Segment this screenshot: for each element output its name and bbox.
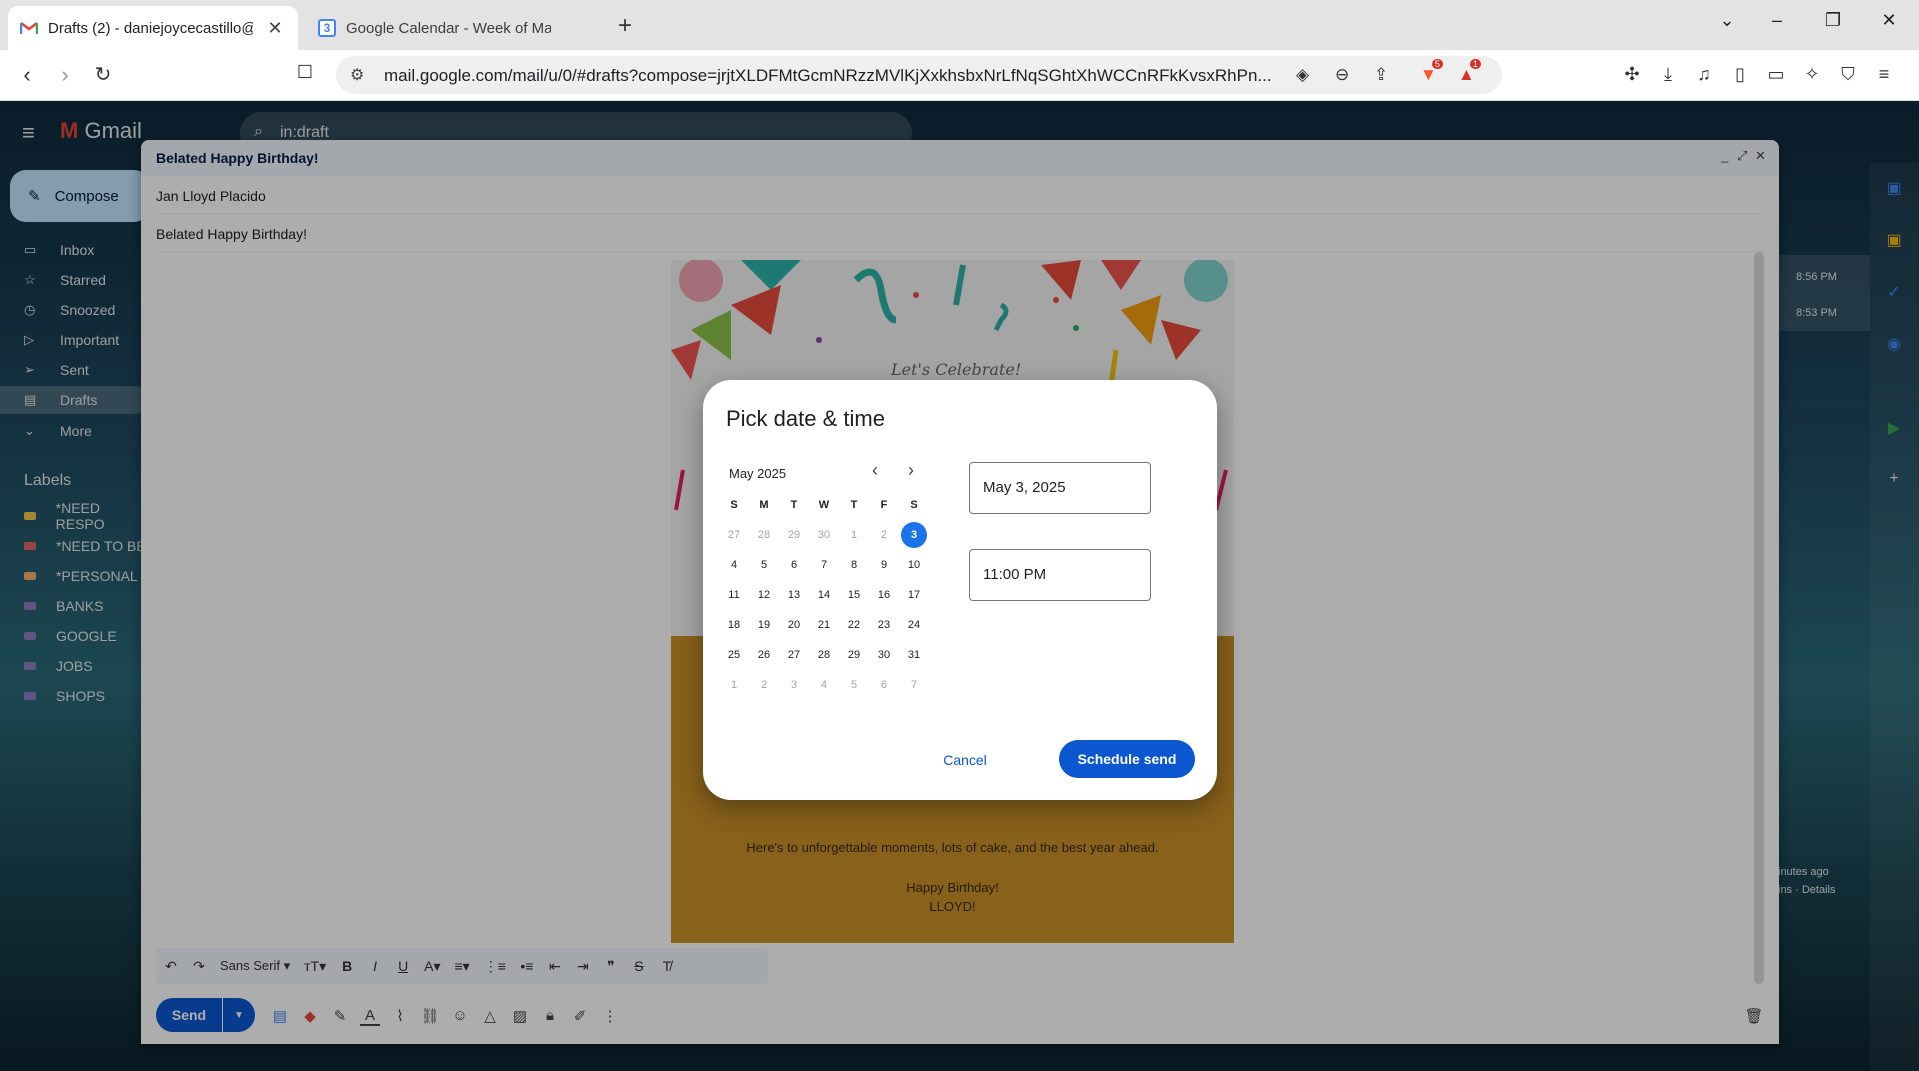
rewards-badge: 1	[1469, 59, 1481, 69]
calendar-day[interactable]: 30	[811, 522, 837, 548]
calendar-day[interactable]: 28	[811, 642, 837, 668]
calendar-day[interactable]: 2	[871, 522, 897, 548]
share-icon[interactable]: ⇪	[1374, 65, 1388, 85]
weekday-header: W	[818, 499, 830, 511]
calendar-day[interactable]: 28	[751, 522, 777, 548]
tab-search-chevron-icon[interactable]: ⌄	[1712, 10, 1742, 31]
bookmark-icon[interactable]: ☐	[290, 62, 320, 83]
menu-icon[interactable]: ≡	[1870, 64, 1898, 85]
calendar-day[interactable]: 19	[751, 612, 777, 638]
weekday-header: T	[850, 499, 858, 511]
download-icon[interactable]: ⤓	[1654, 64, 1682, 85]
minimize-button[interactable]: –	[1762, 10, 1792, 31]
calendar-day[interactable]: 6	[781, 552, 807, 578]
calendar-day[interactable]: 8	[841, 552, 867, 578]
calendar-day[interactable]: 20	[781, 612, 807, 638]
calendar-day[interactable]: 29	[781, 522, 807, 548]
wallet-icon[interactable]: ▭	[1762, 64, 1790, 85]
calendar-day[interactable]: 5	[751, 552, 777, 578]
calendar-day[interactable]: 31	[901, 642, 927, 668]
calendar-day[interactable]: 17	[901, 582, 927, 608]
weekday-header: F	[880, 499, 888, 511]
site-settings-icon[interactable]: ⚙	[350, 65, 364, 85]
sidebar-icon[interactable]: ▯	[1726, 64, 1754, 85]
brave-badge: 5	[1431, 59, 1443, 69]
calendar-day-selected[interactable]: 3	[901, 522, 927, 548]
url-text: mail.google.com/mail/u/0/#drafts?compose…	[384, 66, 1272, 85]
weekday-header: S	[910, 499, 918, 511]
tab-title: Drafts (2) - daniejoycecastillo@	[48, 19, 253, 37]
brave-rewards-icon[interactable]: ▲ 1	[1458, 59, 1481, 85]
calendar-day[interactable]: 15	[841, 582, 867, 608]
browser-tab-calendar[interactable]: 3 Google Calendar - Week of May 18	[306, 6, 596, 50]
calendar-day[interactable]: 16	[871, 582, 897, 608]
calendar-day[interactable]: 22	[841, 612, 867, 638]
pick-date-time-dialog: Pick date & time May 2025 ‹ › S M T W T F S 27 2…	[703, 380, 1217, 800]
tab-title: Google Calendar - Week of May 18	[346, 19, 551, 37]
calendar-day[interactable]: 2	[751, 672, 777, 698]
music-icon[interactable]: ♫	[1690, 64, 1718, 85]
new-tab-button[interactable]: +	[612, 12, 638, 40]
calendar-day[interactable]: 6	[871, 672, 897, 698]
time-input[interactable]: 11:00 PM	[969, 549, 1151, 601]
date-value: May 3, 2025	[983, 479, 1066, 496]
calendar-day[interactable]: 21	[811, 612, 837, 638]
calendar-day[interactable]: 18	[721, 612, 747, 638]
calendar-day[interactable]: 11	[721, 582, 747, 608]
calendar-day[interactable]: 25	[721, 642, 747, 668]
calendar-month-label: May 2025	[729, 466, 787, 481]
time-value: 11:00 PM	[983, 566, 1047, 583]
calendar-day[interactable]: 5	[841, 672, 867, 698]
vpn-icon[interactable]: ⛉	[1834, 64, 1862, 85]
back-button[interactable]: ‹	[12, 62, 42, 88]
calendar-day[interactable]: 27	[781, 642, 807, 668]
calendar-day[interactable]: 4	[811, 672, 837, 698]
next-month-button[interactable]: ›	[899, 460, 923, 481]
calendar-day[interactable]: 30	[871, 642, 897, 668]
reload-button[interactable]: ↻	[88, 62, 118, 87]
calendar-day[interactable]: 1	[841, 522, 867, 548]
calendar-day[interactable]: 13	[781, 582, 807, 608]
calendar-day[interactable]: 10	[901, 552, 927, 578]
calendar-day[interactable]: 26	[751, 642, 777, 668]
leo-ai-icon[interactable]: ✧	[1798, 64, 1826, 85]
calendar-day[interactable]: 24	[901, 612, 927, 638]
previous-month-button[interactable]: ‹	[863, 460, 887, 481]
restore-button[interactable]: ❐	[1818, 10, 1848, 31]
calendar-day[interactable]: 23	[871, 612, 897, 638]
date-input[interactable]: May 3, 2025	[969, 462, 1151, 514]
reader-icon[interactable]: ◈	[1296, 65, 1309, 85]
weekday-header: M	[759, 499, 769, 511]
calendar-day[interactable]: 9	[871, 552, 897, 578]
calendar-day[interactable]: 3	[781, 672, 807, 698]
weekday-header: T	[790, 499, 798, 511]
gmail-icon	[20, 19, 38, 37]
browser-tab-gmail[interactable]: Drafts (2) - daniejoycecastillo@ ✕	[8, 6, 298, 50]
weekday-header: S	[730, 499, 738, 511]
browser-toolbar: ‹ › ↻ ☐ ⚙ mail.google.com/mail/u/0/#draf…	[0, 50, 1919, 101]
calendar-day[interactable]: 4	[721, 552, 747, 578]
dialog-title: Pick date & time	[726, 406, 885, 431]
schedule-send-button[interactable]: Schedule send	[1059, 740, 1195, 778]
calendar-day[interactable]: 29	[841, 642, 867, 668]
calendar-icon: 3	[318, 19, 336, 37]
browser-tabstrip: Drafts (2) - daniejoycecastillo@ ✕ 3 Goo…	[0, 0, 1919, 50]
window-close-button[interactable]: ✕	[1874, 10, 1904, 31]
brave-shield-icon[interactable]: ▼ 5	[1420, 59, 1443, 85]
forward-button[interactable]: ›	[50, 62, 80, 88]
calendar-day[interactable]: 7	[811, 552, 837, 578]
close-icon[interactable]: ✕	[264, 18, 286, 39]
calendar-day[interactable]: 14	[811, 582, 837, 608]
calendar-day[interactable]: 27	[721, 522, 747, 548]
extensions-icon[interactable]: ✣	[1618, 64, 1646, 85]
calendar-day[interactable]: 1	[721, 672, 747, 698]
address-bar[interactable]: ⚙ mail.google.com/mail/u/0/#drafts?compo…	[336, 56, 1502, 94]
cancel-button[interactable]: Cancel	[931, 742, 999, 778]
calendar-day[interactable]: 12	[751, 582, 777, 608]
zoom-icon[interactable]: ⊖	[1335, 65, 1349, 85]
calendar-day[interactable]: 7	[901, 672, 927, 698]
